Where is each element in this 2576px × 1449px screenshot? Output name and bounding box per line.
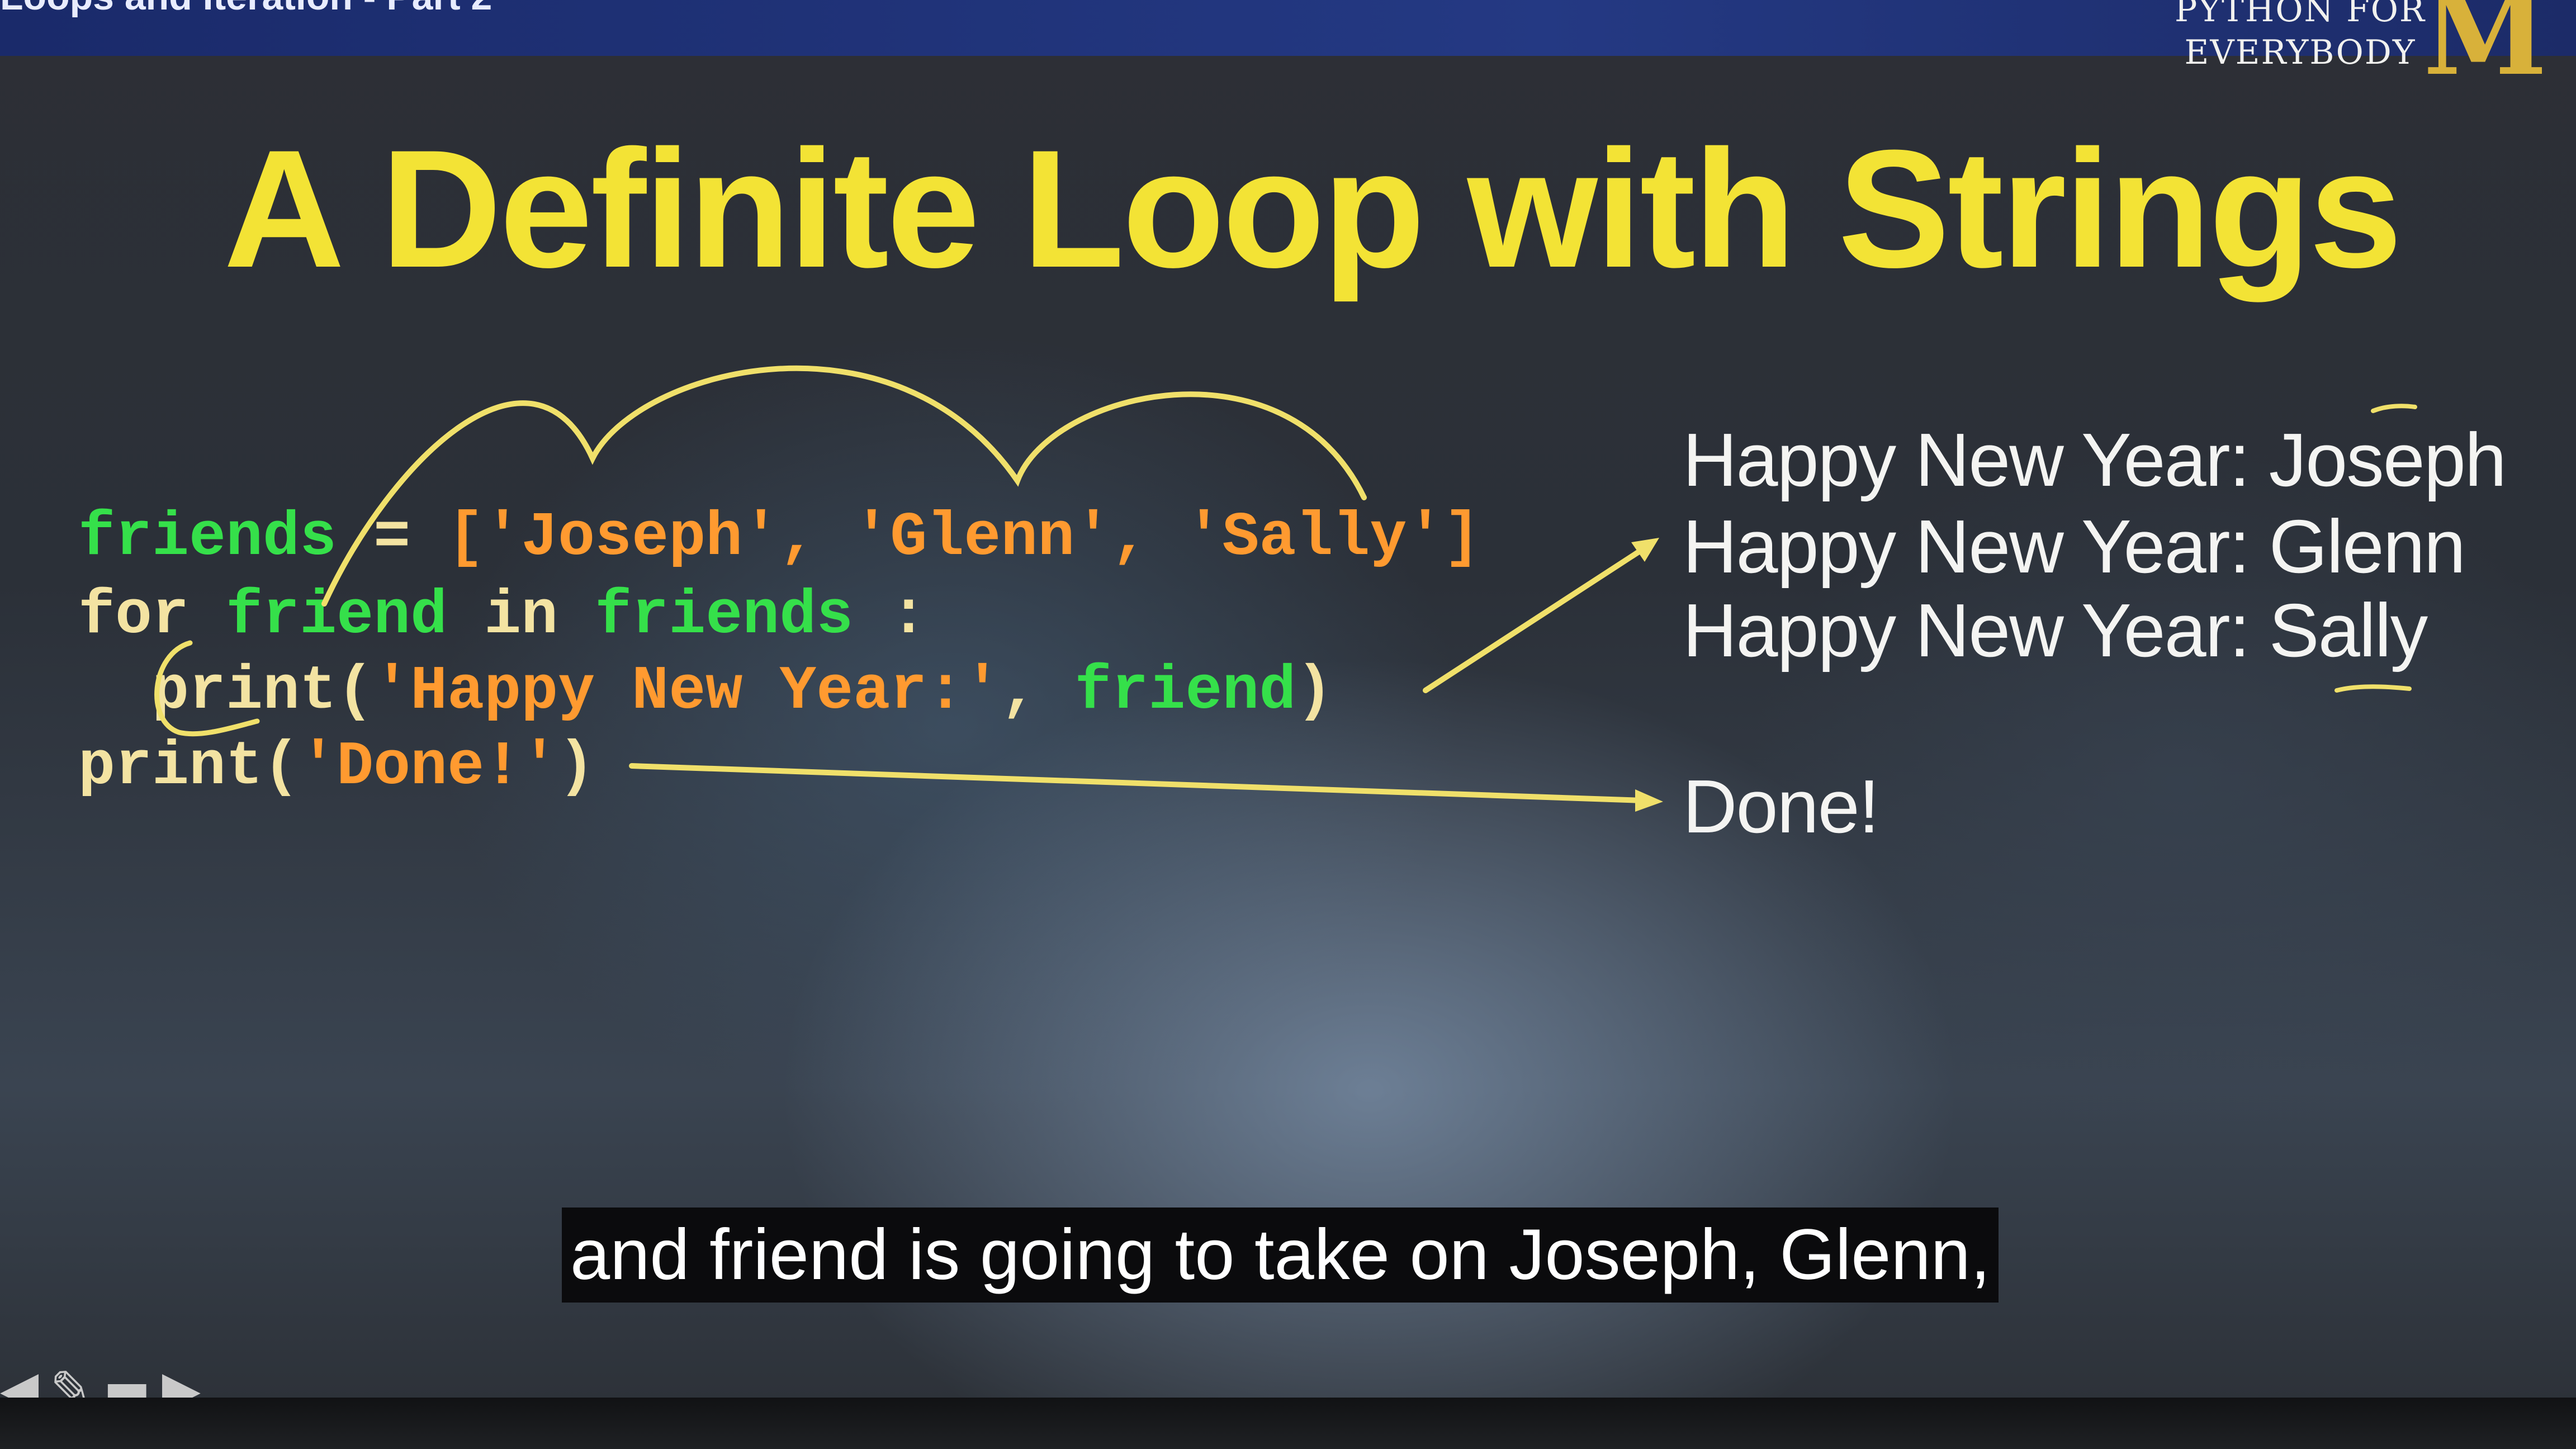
slide-screen: Loops and Iteration - Part 2 PYTHON FOR … — [0, 0, 2576, 1449]
annotation-arrow-loop-output — [1423, 542, 1652, 693]
annotation-arrow-done-output — [629, 763, 1646, 803]
arrow-head-icon — [1631, 538, 1659, 562]
annotation-underline-sally — [2334, 684, 2412, 693]
annotation-indent-bracket — [154, 640, 260, 737]
subtitle-caption: and friend is going to take on Joseph, G… — [562, 1208, 1999, 1303]
annotation-loop-arc — [321, 365, 1367, 607]
monitor-bezel — [0, 1398, 2576, 1449]
annotation-underline-glenn — [2371, 404, 2417, 413]
arrow-head-icon — [1635, 789, 1663, 812]
